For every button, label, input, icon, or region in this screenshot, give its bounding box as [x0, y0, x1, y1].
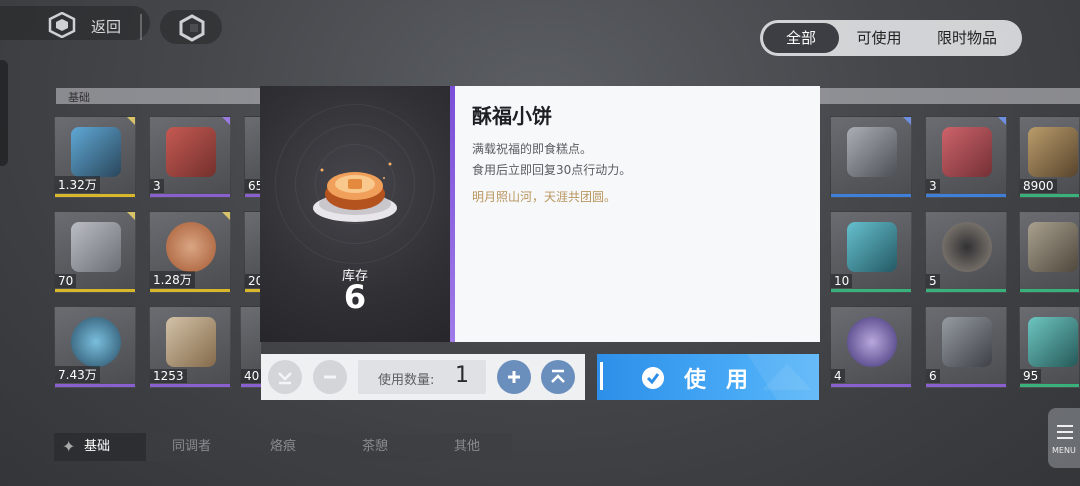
divider	[140, 14, 142, 40]
category-tab-tea[interactable]: 茶憩	[362, 433, 388, 461]
chevron-double-up-icon	[551, 369, 565, 383]
item-count: 3	[926, 179, 940, 193]
min-quantity-button[interactable]	[268, 360, 302, 394]
item-art	[847, 127, 897, 177]
use-button-label: 使用	[684, 367, 769, 393]
menu-label: MENU	[1052, 446, 1076, 455]
item-count: 10	[831, 274, 853, 288]
item-flavor-text: 明月照山河，天涯共团圆。	[472, 190, 617, 204]
inventory-item[interactable]: 6	[925, 306, 1007, 388]
inventory-item[interactable]: 5	[925, 211, 1007, 293]
home-icon	[179, 14, 205, 42]
inventory-item[interactable]: 3	[149, 116, 231, 198]
inventory-item[interactable]: 8900	[1019, 116, 1080, 198]
item-art	[1028, 127, 1078, 177]
inventory-item[interactable]: 10	[830, 211, 912, 293]
item-count: 1.28万	[150, 271, 195, 288]
quantity-value: 1	[455, 363, 469, 388]
inventory-item[interactable]: 95	[1019, 306, 1080, 388]
filter-tabs: 全部 可使用 限时物品	[760, 20, 1022, 56]
item-count: 3	[150, 179, 164, 193]
category-tab-other[interactable]: 其他	[454, 433, 480, 461]
inventory-item[interactable]: 1.28万	[149, 211, 231, 293]
decrease-quantity-button[interactable]	[313, 360, 347, 394]
filter-limited[interactable]: 限时物品	[919, 23, 1015, 53]
section-label: 基础	[68, 91, 90, 104]
item-art	[166, 317, 216, 367]
item-art	[847, 317, 897, 367]
max-quantity-button[interactable]	[541, 360, 575, 394]
inventory-item[interactable]: 1253	[149, 306, 231, 388]
item-art	[166, 222, 216, 272]
inventory-item[interactable]: 40	[240, 306, 263, 388]
quantity-label: 使用数量:	[378, 373, 435, 388]
filter-usable[interactable]: 可使用	[839, 23, 919, 53]
inventory-item[interactable]: 3	[925, 116, 1007, 198]
item-art	[942, 127, 992, 177]
category-tab-imprint[interactable]: 烙痕	[270, 433, 296, 461]
inventory-item[interactable]	[830, 116, 912, 198]
item-count: 70	[55, 274, 77, 288]
item-count: 95	[1020, 369, 1042, 383]
item-art	[1028, 222, 1078, 272]
item-description-line: 食用后立即回复30点行动力。	[472, 163, 632, 177]
left-edge-tab[interactable]	[0, 60, 8, 166]
back-icon	[48, 12, 76, 38]
item-count: 5	[926, 274, 940, 288]
inventory-item[interactable]: 1.32万	[54, 116, 136, 198]
mooncake-icon	[313, 162, 397, 222]
item-count: 6	[926, 369, 940, 383]
item-art	[71, 222, 121, 272]
item-count: 1253	[150, 369, 187, 383]
item-count: 1.32万	[55, 176, 100, 193]
back-label: 返回	[91, 18, 122, 36]
item-art	[847, 222, 897, 272]
hamburger-icon	[1057, 425, 1073, 439]
item-art	[71, 127, 121, 177]
item-art	[942, 317, 992, 367]
category-tab-synchronizer[interactable]: 同调者	[172, 433, 211, 461]
minus-icon	[324, 375, 336, 379]
increase-quantity-button[interactable]	[497, 360, 531, 394]
inventory-item[interactable]: 7.43万	[54, 306, 136, 388]
item-count: 8900	[1020, 179, 1057, 193]
item-art	[166, 127, 216, 177]
item-art	[71, 317, 121, 367]
item-count: 40	[241, 369, 263, 383]
inventory-item[interactable]	[1019, 211, 1080, 293]
diamond-icon: ✦	[62, 437, 76, 456]
plus-icon	[508, 371, 520, 383]
filter-all[interactable]: 全部	[763, 23, 839, 53]
item-count: 7.43万	[55, 366, 100, 383]
item-art	[942, 222, 992, 272]
use-button-accent	[600, 362, 603, 390]
item-title: 酥福小饼	[472, 104, 552, 128]
chevron-double-down-icon	[278, 372, 292, 385]
item-art	[1028, 317, 1078, 367]
stock-value: 6	[343, 278, 367, 316]
inventory-item[interactable]: 70	[54, 211, 136, 293]
item-description-line: 满载祝福的即食糕点。	[472, 142, 593, 156]
inventory-item[interactable]: 4	[830, 306, 912, 388]
item-count: 4	[831, 369, 845, 383]
check-circle-icon	[642, 367, 664, 389]
